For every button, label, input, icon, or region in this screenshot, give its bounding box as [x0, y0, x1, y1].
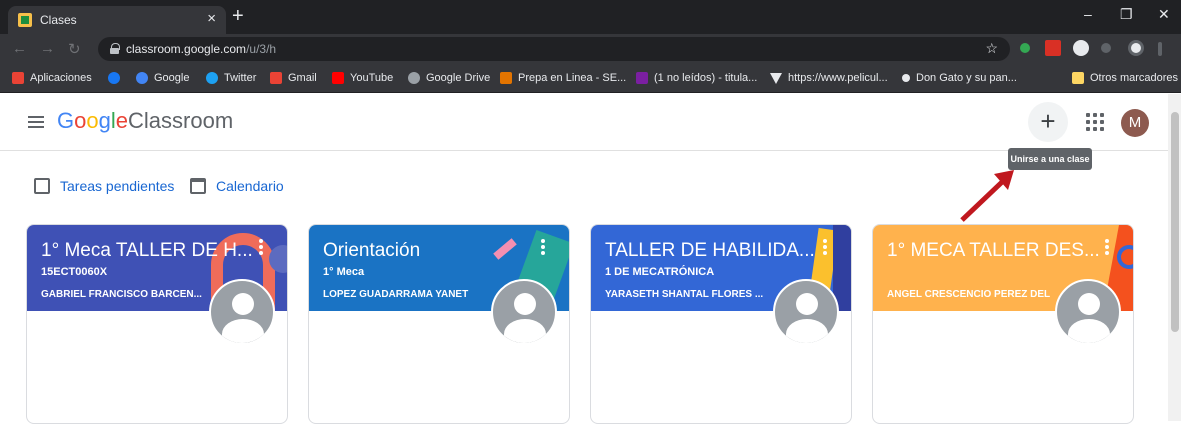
twitter-icon: [206, 72, 218, 84]
class-card-teacher: LOPEZ GUADARRAMA YANET: [323, 289, 469, 300]
profile-icon[interactable]: [1128, 40, 1144, 56]
class-card-teacher: GABRIEL FRANCISCO BARCEN...: [41, 289, 202, 300]
class-card-section: 15ECT0060X: [41, 266, 108, 278]
reload-icon[interactable]: ↻: [68, 40, 81, 58]
class-card-title[interactable]: Orientación: [323, 240, 420, 262]
join-class-button[interactable]: +: [1028, 102, 1068, 142]
teacher-avatar-icon: [1055, 279, 1121, 345]
bookmark-peliculas[interactable]: https://www.pelicul...: [770, 72, 888, 84]
more-options-icon[interactable]: [259, 239, 263, 255]
new-tab-button[interactable]: +: [232, 5, 244, 28]
bookmark-google-drive[interactable]: Google Drive: [408, 72, 490, 84]
account-avatar[interactable]: M: [1121, 109, 1149, 137]
bookmark-gmail[interactable]: Gmail: [270, 72, 317, 84]
formula-extension-icon[interactable]: [1073, 40, 1089, 56]
class-card[interactable]: 1° Meca TALLER DE H... 15ECT0060X GABRIE…: [26, 224, 288, 424]
tab-close-icon[interactable]: ×: [207, 10, 216, 27]
class-card-teacher: ANGEL CRESCENCIO PEREZ DEL: [887, 289, 1051, 300]
triangle-icon: [770, 72, 782, 84]
restore-button[interactable]: ❐: [1120, 6, 1133, 23]
bookmark-prepa[interactable]: Prepa en Linea - SE...: [500, 72, 626, 84]
address-bar[interactable]: classroom.google.com/u/3/h ☆: [98, 37, 1010, 61]
pending-tasks-link[interactable]: Tareas pendientes: [34, 178, 174, 194]
bookmark-google[interactable]: Google: [136, 72, 189, 84]
apps-grid-icon: [12, 72, 24, 84]
prepa-icon: [500, 72, 512, 84]
bookmark-facebook[interactable]: [108, 72, 126, 84]
google-icon: [136, 72, 148, 84]
menu-dots-icon[interactable]: [1158, 42, 1162, 56]
google-classroom-logo[interactable]: GoogleClassroom: [57, 108, 233, 134]
todo-checklist-icon: [34, 178, 50, 194]
browser-toolbar: ← → ↻ classroom.google.com/u/3/h ☆: [0, 34, 1181, 64]
extension-green-icon[interactable]: [1020, 43, 1030, 53]
bookmark-don-gato[interactable]: Don Gato y su pan...: [902, 72, 1017, 84]
teacher-avatar-icon: [491, 279, 557, 345]
facebook-icon: [108, 72, 120, 84]
teacher-avatar-icon: [773, 279, 839, 345]
more-options-icon[interactable]: [823, 239, 827, 255]
class-card-section: 1° Meca: [323, 266, 365, 278]
bookmark-apps[interactable]: Aplicaciones: [12, 72, 92, 84]
bookmark-star-icon[interactable]: ☆: [985, 40, 998, 57]
red-arrow-annotation: [960, 170, 1014, 222]
dot-icon: [902, 74, 910, 82]
class-card-title[interactable]: 1° MECA TALLER DES...: [887, 240, 1100, 262]
classroom-page: GoogleClassroom + M Unirse a una clase T…: [0, 94, 1168, 424]
calendar-link[interactable]: Calendario: [190, 178, 284, 194]
google-apps-icon[interactable]: [1086, 113, 1104, 131]
main-menu-icon[interactable]: [28, 116, 44, 128]
header-divider: [0, 150, 1168, 151]
close-window-button[interactable]: ✕: [1158, 6, 1170, 23]
extension-grey-icon[interactable]: [1101, 43, 1111, 53]
lock-icon[interactable]: [110, 43, 120, 54]
globe-icon: [408, 72, 420, 84]
forward-icon[interactable]: →: [40, 40, 55, 57]
class-card-title[interactable]: TALLER DE HABILIDA...: [605, 240, 815, 262]
more-options-icon[interactable]: [541, 239, 545, 255]
tab-strip: Clases × + – ❐ ✕: [0, 0, 1181, 34]
class-card[interactable]: TALLER DE HABILIDA... 1 DE MECATRÓNICA Y…: [590, 224, 852, 424]
mail-icon: [636, 72, 648, 84]
gmail-icon: [270, 72, 282, 84]
teacher-avatar-icon: [209, 279, 275, 345]
join-class-tooltip: Unirse a una clase: [1008, 148, 1092, 170]
url-text[interactable]: classroom.google.com/u/3/h: [126, 42, 276, 56]
folder-icon: [1072, 72, 1084, 84]
bookmark-youtube[interactable]: YouTube: [332, 72, 393, 84]
bookmark-twitter[interactable]: Twitter: [206, 72, 256, 84]
class-card-section: 1 DE MECATRÓNICA: [605, 266, 715, 278]
calendar-icon: [190, 178, 206, 194]
classroom-favicon-icon: [18, 13, 32, 27]
bookmark-mail[interactable]: (1 no leídos) - titula...: [636, 72, 757, 84]
tab-title: Clases: [40, 13, 77, 27]
back-icon[interactable]: ←: [12, 40, 27, 57]
class-card-teacher: YARASETH SHANTAL FLORES ...: [605, 289, 764, 300]
more-options-icon[interactable]: [1105, 239, 1109, 255]
class-card-title[interactable]: 1° Meca TALLER DE H...: [41, 240, 253, 262]
pdf-extension-icon[interactable]: [1045, 40, 1061, 56]
scrollbar-thumb[interactable]: [1171, 112, 1179, 332]
class-card[interactable]: 1° MECA TALLER DES... ANGEL CRESCENCIO P…: [872, 224, 1134, 424]
bookmarks-bar: Aplicaciones Google Twitter Gmail YouTub…: [0, 64, 1181, 93]
youtube-icon: [332, 72, 344, 84]
class-card[interactable]: Orientación 1° Meca LOPEZ GUADARRAMA YAN…: [308, 224, 570, 424]
bookmark-other-folder[interactable]: Otros marcadores: [1072, 72, 1178, 84]
minimize-button[interactable]: –: [1084, 6, 1092, 22]
browser-tab[interactable]: Clases ×: [8, 6, 226, 34]
